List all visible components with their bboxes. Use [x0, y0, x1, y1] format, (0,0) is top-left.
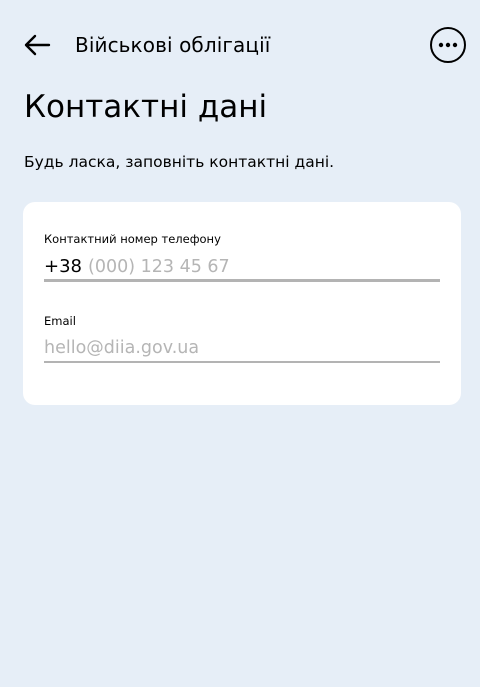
screen: Військові облігації Контактні дані Будь …	[0, 0, 480, 687]
header-title: Військові облігації	[75, 33, 271, 57]
email-input[interactable]	[44, 337, 440, 359]
email-field: Email	[44, 314, 440, 363]
phone-field: Контактний номер телефону +38	[44, 232, 440, 282]
email-input-row	[44, 337, 440, 363]
phone-field-label: Контактний номер телефону	[44, 232, 221, 246]
phone-input[interactable]	[88, 256, 440, 278]
page-subtitle: Будь ласка, заповніть контактні дані.	[24, 153, 335, 171]
phone-prefix: +38	[44, 256, 82, 277]
more-button[interactable]	[430, 27, 466, 63]
contact-form-card: Контактний номер телефону +38 Email	[23, 202, 461, 405]
phone-input-row: +38	[44, 256, 440, 282]
back-button[interactable]	[20, 30, 54, 60]
more-horizontal-icon	[438, 42, 458, 48]
arrow-left-icon	[24, 34, 51, 56]
email-field-label: Email	[44, 314, 76, 328]
header: Військові облігації	[0, 24, 480, 66]
page-title: Контактні дані	[24, 89, 268, 125]
